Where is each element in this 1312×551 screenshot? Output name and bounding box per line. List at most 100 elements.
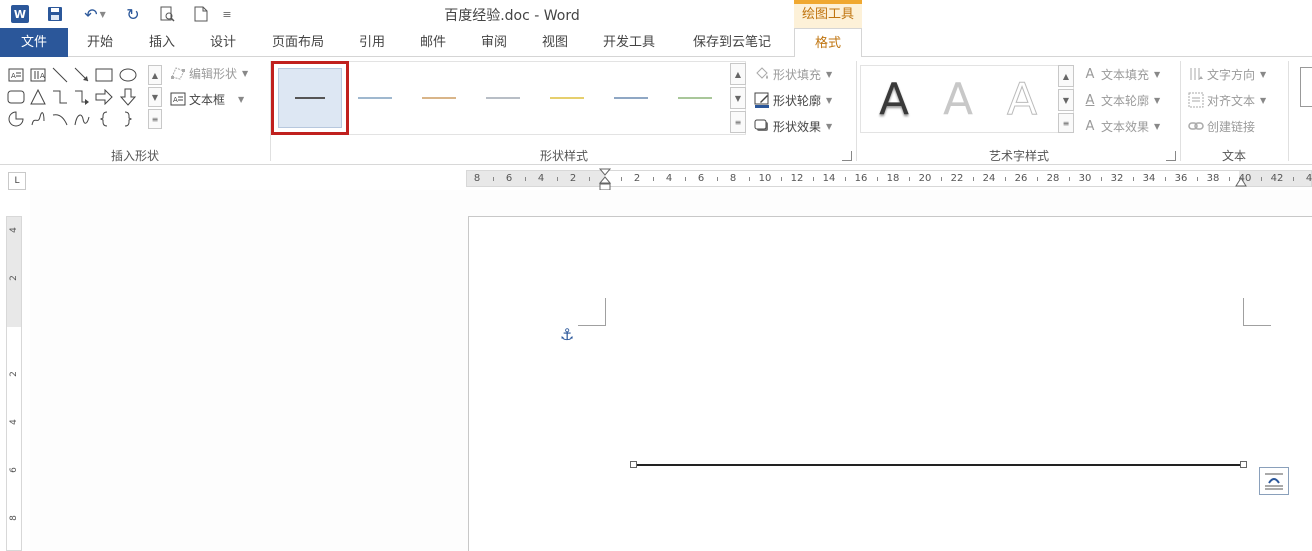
layout-options-button[interactable]	[1259, 467, 1289, 495]
shapes-scroll-up-button[interactable]: ▲	[148, 65, 162, 85]
ruler-tick-mark	[909, 177, 910, 181]
wordart-scroll-down-button[interactable]: ▼	[1058, 89, 1074, 111]
styles-scroll-up-button[interactable]: ▲	[730, 63, 746, 85]
text-outline-label: 文本轮廓	[1101, 93, 1150, 108]
shape-style-swatch[interactable]	[471, 66, 535, 130]
curve-shape-icon[interactable]	[72, 109, 92, 129]
rounded-rectangle-shape-icon[interactable]	[6, 87, 26, 107]
styles-scroll-down-button[interactable]: ▼	[730, 87, 746, 109]
tab-insert[interactable]: 插入	[134, 28, 190, 57]
tab-page-layout[interactable]: 页面布局	[262, 28, 334, 57]
document-title: 百度经验.doc - Word	[444, 8, 580, 24]
wordart-styles-gallery[interactable]: A A A	[860, 65, 1074, 133]
textbox-shape-icon[interactable]: A	[6, 65, 26, 85]
arrow-shape-icon[interactable]	[72, 65, 92, 85]
ruler-tick-label: 4	[537, 173, 545, 184]
text-outline-button[interactable]: A 文本轮廓 ▼	[1082, 90, 1161, 110]
vertical-textbox-shape-icon[interactable]: A	[28, 65, 48, 85]
wordart-style-light[interactable]: A	[929, 70, 987, 128]
freeform-shape-icon[interactable]	[28, 109, 48, 129]
elbow-arrow-connector-shape-icon[interactable]	[72, 87, 92, 107]
ribbon: A A ▲ ▼ ≡ 编辑形状 ▼ A 文本框 ▼ 插入形状 ▲ ▼ ≡ 形状填充…	[0, 57, 1312, 165]
shape-styles-gallery[interactable]	[270, 61, 746, 135]
tab-home[interactable]: 开始	[72, 28, 128, 57]
indent-marker-icon[interactable]	[599, 168, 611, 192]
text-fill-button[interactable]: A 文本填充 ▼	[1082, 64, 1161, 84]
tab-format[interactable]: 格式	[794, 28, 862, 58]
tab-save-to-cloud-notes[interactable]: 保存到云笔记	[680, 28, 784, 57]
right-arrow-shape-icon[interactable]	[94, 87, 114, 107]
shapes-gallery[interactable]: A A	[6, 65, 146, 129]
text-effects-button[interactable]: A 文本效果 ▼	[1082, 116, 1161, 136]
right-indent-marker-icon[interactable]	[1235, 177, 1247, 189]
ruler-tick-label: 38	[1206, 173, 1220, 184]
shape-style-swatch[interactable]	[535, 66, 599, 130]
document-page[interactable]	[468, 216, 1312, 551]
wordart-style-outline[interactable]: A	[993, 70, 1051, 128]
group-separator	[1288, 61, 1289, 161]
shape-style-line	[422, 97, 456, 99]
more-icon: ≡	[151, 114, 159, 124]
tab-references[interactable]: 引用	[344, 28, 400, 57]
ruler-tick-label: 24	[982, 173, 996, 184]
shape-style-line	[295, 97, 325, 99]
tab-review[interactable]: 审阅	[466, 28, 522, 57]
triangle-shape-icon[interactable]	[28, 87, 48, 107]
down-arrow-shape-icon[interactable]	[118, 87, 138, 107]
tab-file[interactable]: 文件	[0, 28, 68, 57]
wordart-dialog-launcher[interactable]	[1166, 151, 1176, 161]
shapes-scroll-down-button[interactable]: ▼	[148, 87, 162, 107]
line-shape-icon[interactable]	[50, 65, 70, 85]
wordart-more-button[interactable]: ≡	[1058, 113, 1074, 133]
ruler-tick-mark	[877, 177, 878, 181]
ruler-tick-mark	[525, 177, 526, 181]
ruler-tick-mark	[813, 177, 814, 181]
shape-styles-dialog-launcher[interactable]	[842, 151, 852, 161]
chevron-up-icon: ▲	[151, 70, 159, 80]
align-text-button[interactable]: 对齐文本 ▼	[1188, 90, 1266, 110]
pie-shape-icon[interactable]	[6, 109, 26, 129]
selected-line-shape[interactable]	[633, 464, 1243, 466]
shape-effects-button[interactable]: 形状效果 ▼	[754, 116, 832, 136]
ruler-tick-mark	[1005, 177, 1006, 181]
line-end-handle[interactable]	[1240, 461, 1247, 468]
tab-developer[interactable]: 开发工具	[591, 28, 667, 57]
tab-view[interactable]: 视图	[527, 28, 583, 57]
text-box-button[interactable]: A 文本框 ▼	[170, 89, 244, 109]
create-link-button[interactable]: 创建链接	[1188, 116, 1255, 136]
styles-more-button[interactable]: ≡	[730, 111, 746, 133]
tab-mailings[interactable]: 邮件	[405, 28, 461, 57]
shape-style-swatch[interactable]	[663, 66, 727, 130]
edit-shape-icon	[170, 65, 186, 81]
chevron-down-icon: ▼	[826, 95, 833, 105]
ruler-tick-label: 6	[505, 173, 513, 184]
shape-style-swatch[interactable]	[343, 66, 407, 130]
edit-shape-button[interactable]: 编辑形状 ▼	[170, 63, 248, 83]
ruler-tick-label: 4	[1305, 173, 1312, 184]
arrange-group-partial[interactable]	[1300, 67, 1312, 107]
left-brace-shape-icon[interactable]	[94, 109, 114, 129]
right-brace-shape-icon[interactable]	[118, 109, 138, 129]
line-start-handle[interactable]	[630, 461, 637, 468]
ruler-tick-label: 26	[1014, 173, 1028, 184]
shape-style-swatch[interactable]	[599, 66, 663, 130]
shape-fill-button[interactable]: 形状填充 ▼	[754, 64, 832, 84]
vertical-ruler[interactable]: 4 2 2 4 6 8	[6, 216, 22, 551]
wordart-scroll-up-button[interactable]: ▲	[1058, 65, 1074, 87]
shapes-more-button[interactable]: ≡	[148, 109, 162, 129]
tab-design[interactable]: 设计	[195, 28, 251, 57]
horizontal-ruler[interactable]: 8 6 4 2 2 4 6 8 10 12 14 16 18 20 22 24 26 28 30 32 34 36 38 40…	[466, 168, 1312, 191]
ruler-tick-label: 2	[9, 275, 19, 281]
oval-shape-icon[interactable]	[118, 65, 138, 85]
rectangle-shape-icon[interactable]	[94, 65, 114, 85]
wordart-style-dark[interactable]: A	[865, 70, 923, 128]
ruler-tick-label: 8	[473, 173, 481, 184]
anchor-icon[interactable]: ⚓	[560, 325, 574, 344]
text-direction-button[interactable]: 文字方向 ▼	[1188, 64, 1266, 84]
tab-selector[interactable]: L	[8, 172, 26, 190]
shape-outline-button[interactable]: 形状轮廓 ▼	[754, 90, 832, 110]
shape-style-swatch[interactable]	[407, 66, 471, 130]
arc-shape-icon[interactable]	[50, 109, 70, 129]
shape-style-selected[interactable]	[271, 61, 349, 135]
elbow-connector-shape-icon[interactable]	[50, 87, 70, 107]
